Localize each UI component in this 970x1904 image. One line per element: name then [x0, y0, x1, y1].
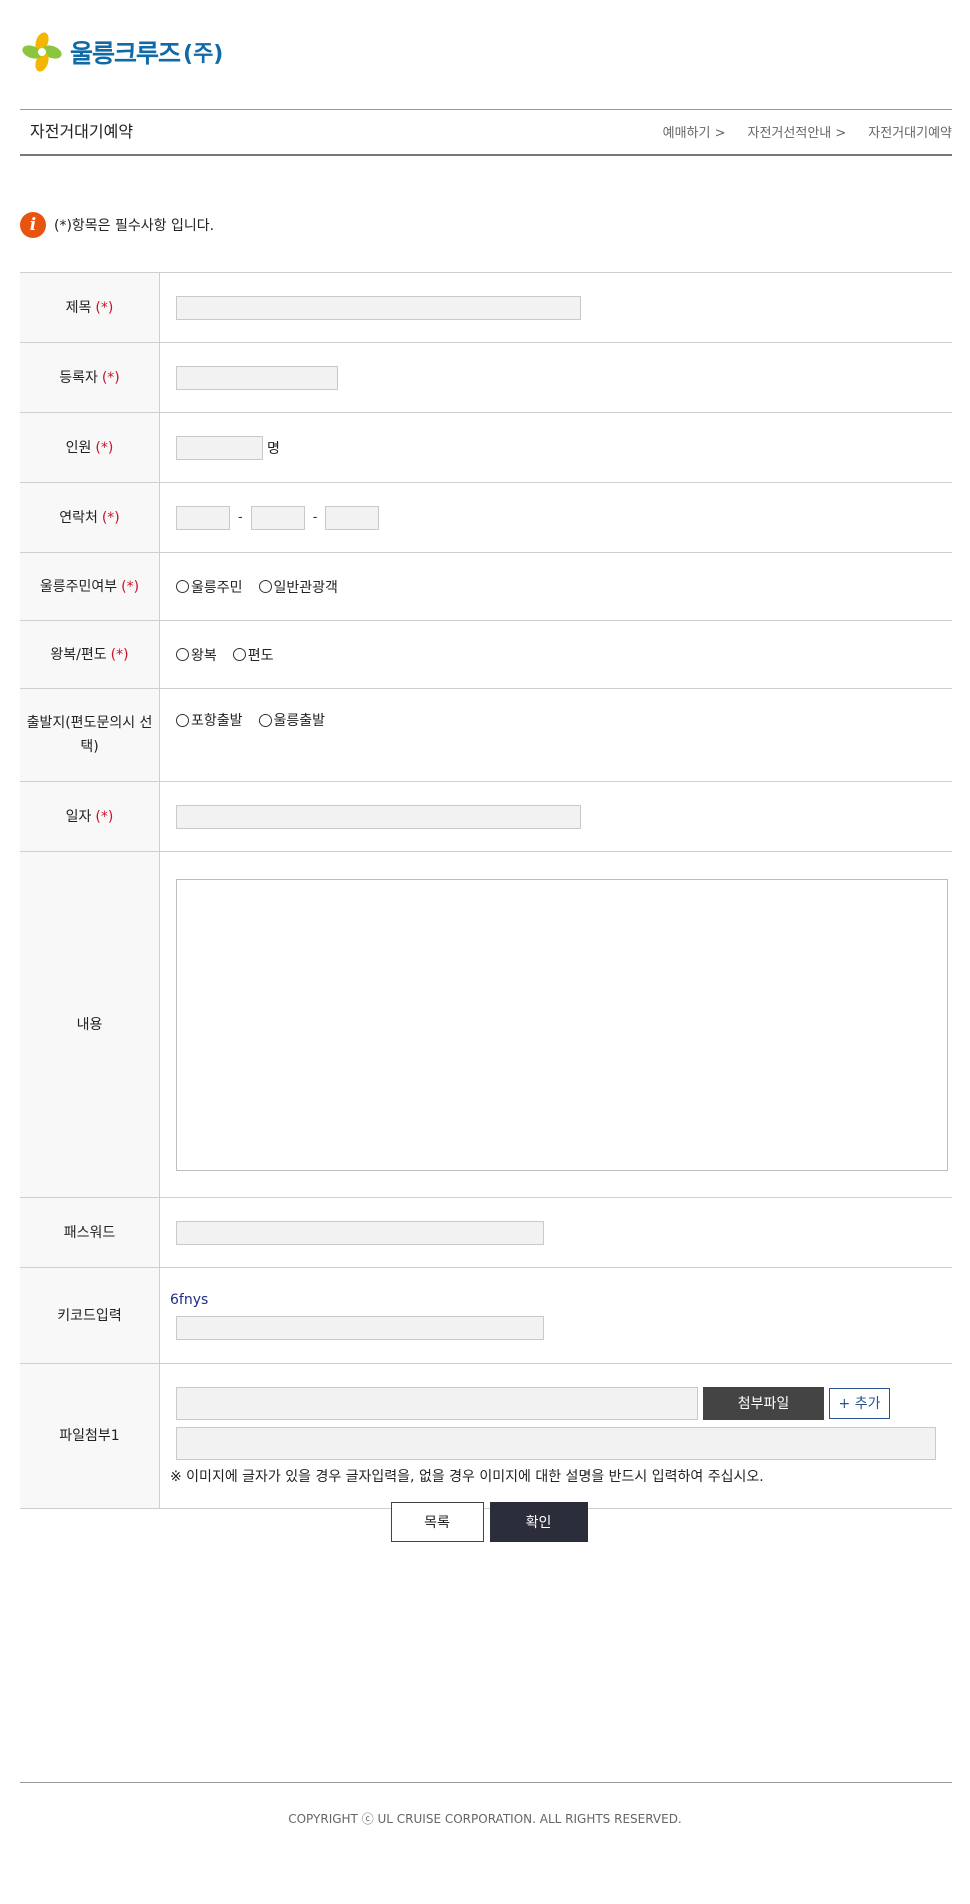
row-title: 제목 (*) [20, 273, 952, 343]
row-file: 파일첨부1 첨부파일 + 추가 ※ 이미지에 글자가 있을 경우 글자입력을, … [20, 1364, 952, 1509]
radio-circle-icon[interactable] [176, 580, 189, 593]
radio-circle-icon[interactable] [232, 648, 246, 661]
required-mark: (*) [101, 369, 120, 386]
keycode-input[interactable] [176, 1315, 544, 1340]
page-title: 자전거대기예약 [30, 122, 134, 141]
radio-tourist[interactable]: 일반관광객 [258, 577, 338, 597]
radio-ulleung-departure[interactable]: 울릉출발 [258, 710, 325, 730]
radio-round-trip[interactable]: 왕복 [176, 645, 217, 665]
phone-part1-input[interactable] [176, 505, 230, 530]
row-password: 패스워드 [20, 1198, 952, 1268]
breadcrumb: 예매하기 > 자전거선적안내 > 자전거대기예약 [641, 122, 952, 141]
title-label: 제목 (*) [20, 273, 160, 342]
radio-resident[interactable]: 울릉주민 [176, 577, 243, 597]
content-label: 내용 [20, 852, 160, 1197]
required-mark: (*) [101, 509, 120, 526]
form-actions: 목록 확인 [0, 1502, 970, 1542]
radio-circle-icon[interactable] [258, 713, 272, 727]
info-icon: i [20, 212, 46, 238]
attach-file-button[interactable]: 첨부파일 [703, 1386, 824, 1420]
phone-part2-input[interactable] [250, 505, 305, 530]
required-mark: (*) [95, 299, 114, 316]
breadcrumb-item-booking[interactable]: 예매하기 > [663, 122, 726, 141]
file-path-input[interactable] [176, 1386, 698, 1420]
content-textarea[interactable] [176, 878, 948, 1171]
required-mark: (*) [95, 808, 114, 825]
phone-separator: - [238, 510, 243, 525]
notice-text: (*)항목은 필수사항 입니다. [54, 218, 215, 234]
file-description-input[interactable] [176, 1426, 936, 1460]
row-date: 일자 (*) [20, 782, 952, 852]
keycode-label: 키코드입력 [20, 1268, 160, 1363]
required-notice: i (*)항목은 필수사항 입니다. [20, 212, 214, 238]
required-mark: (*) [121, 578, 140, 595]
logo-corp: (주) [183, 42, 224, 67]
password-label: 패스워드 [20, 1198, 160, 1267]
breadcrumb-item-bike-guide[interactable]: 자전거선적안내 > [748, 122, 847, 141]
contact-label: 연락처 (*) [20, 483, 160, 552]
radio-circle-icon[interactable] [176, 648, 189, 661]
title-input[interactable] [176, 295, 581, 320]
radio-one-way[interactable]: 편도 [232, 645, 274, 665]
confirm-button[interactable]: 확인 [489, 1502, 588, 1542]
phone-part3-input[interactable] [325, 505, 380, 530]
required-mark: (*) [110, 646, 129, 663]
captcha-code: 6fnys [170, 1291, 209, 1308]
registrant-input[interactable] [176, 365, 338, 390]
trip-label: 왕복/편도 (*) [20, 621, 160, 688]
date-input[interactable] [176, 804, 581, 829]
logo[interactable]: 울릉크루즈 (주) [20, 30, 223, 74]
row-contact: 연락처 (*) - - [20, 483, 952, 553]
row-keycode: 키코드입력 6fnys [20, 1268, 952, 1364]
phone-separator: - [312, 510, 318, 525]
row-trip: 왕복/편도 (*) 왕복 편도 [20, 621, 952, 689]
radio-pohang-departure[interactable]: 포항출발 [176, 710, 243, 730]
breadcrumb-item-bike-reservation[interactable]: 자전거대기예약 [868, 122, 952, 141]
file-note: ※ 이미지에 글자가 있을 경우 글자입력을, 없을 경우 이미지에 대한 설명… [170, 1468, 764, 1485]
logo-text: 울릉크루즈 [70, 39, 181, 68]
password-input[interactable] [176, 1220, 544, 1245]
resident-label: 울릉주민여부 (*) [20, 553, 160, 620]
date-label: 일자 (*) [20, 782, 160, 851]
row-departure: 출발지(편도문의시 선택) 포항출발 울릉출발 [20, 689, 952, 782]
file-label: 파일첨부1 [20, 1364, 160, 1508]
trip-radio-group: 왕복 편도 [176, 645, 290, 665]
row-registrant: 등록자 (*) [20, 343, 952, 413]
departure-radio-group: 포항출발 울릉출발 [176, 710, 341, 730]
reservation-form: 제목 (*) 등록자 (*) 인원 (*) 명 연락처 (*) - - 울릉주민여부 (*… [20, 272, 952, 1509]
radio-circle-icon[interactable] [258, 580, 272, 593]
people-unit: 명 [267, 440, 280, 457]
departure-label: 출발지(편도문의시 선택) [20, 689, 160, 781]
registrant-label: 등록자 (*) [20, 343, 160, 412]
title-bar: 자전거대기예약 예매하기 > 자전거선적안내 > 자전거대기예약 [20, 109, 952, 156]
row-resident: 울릉주민여부 (*) 울릉주민 일반관광객 [20, 553, 952, 621]
copyright: COPYRIGHT ⓒ UL CRUISE CORPORATION. ALL R… [288, 1812, 682, 1826]
resident-radio-group: 울릉주민 일반관광객 [176, 577, 354, 597]
radio-circle-icon[interactable] [176, 713, 189, 727]
footer-divider [20, 1782, 952, 1783]
row-people: 인원 (*) 명 [20, 413, 952, 483]
required-mark: (*) [95, 439, 114, 456]
people-label: 인원 (*) [20, 413, 160, 482]
people-input[interactable] [176, 435, 263, 460]
row-content: 내용 [20, 852, 952, 1198]
add-file-button[interactable]: + 추가 [829, 1387, 890, 1419]
clover-logo-icon [22, 32, 62, 72]
list-button[interactable]: 목록 [390, 1502, 484, 1542]
